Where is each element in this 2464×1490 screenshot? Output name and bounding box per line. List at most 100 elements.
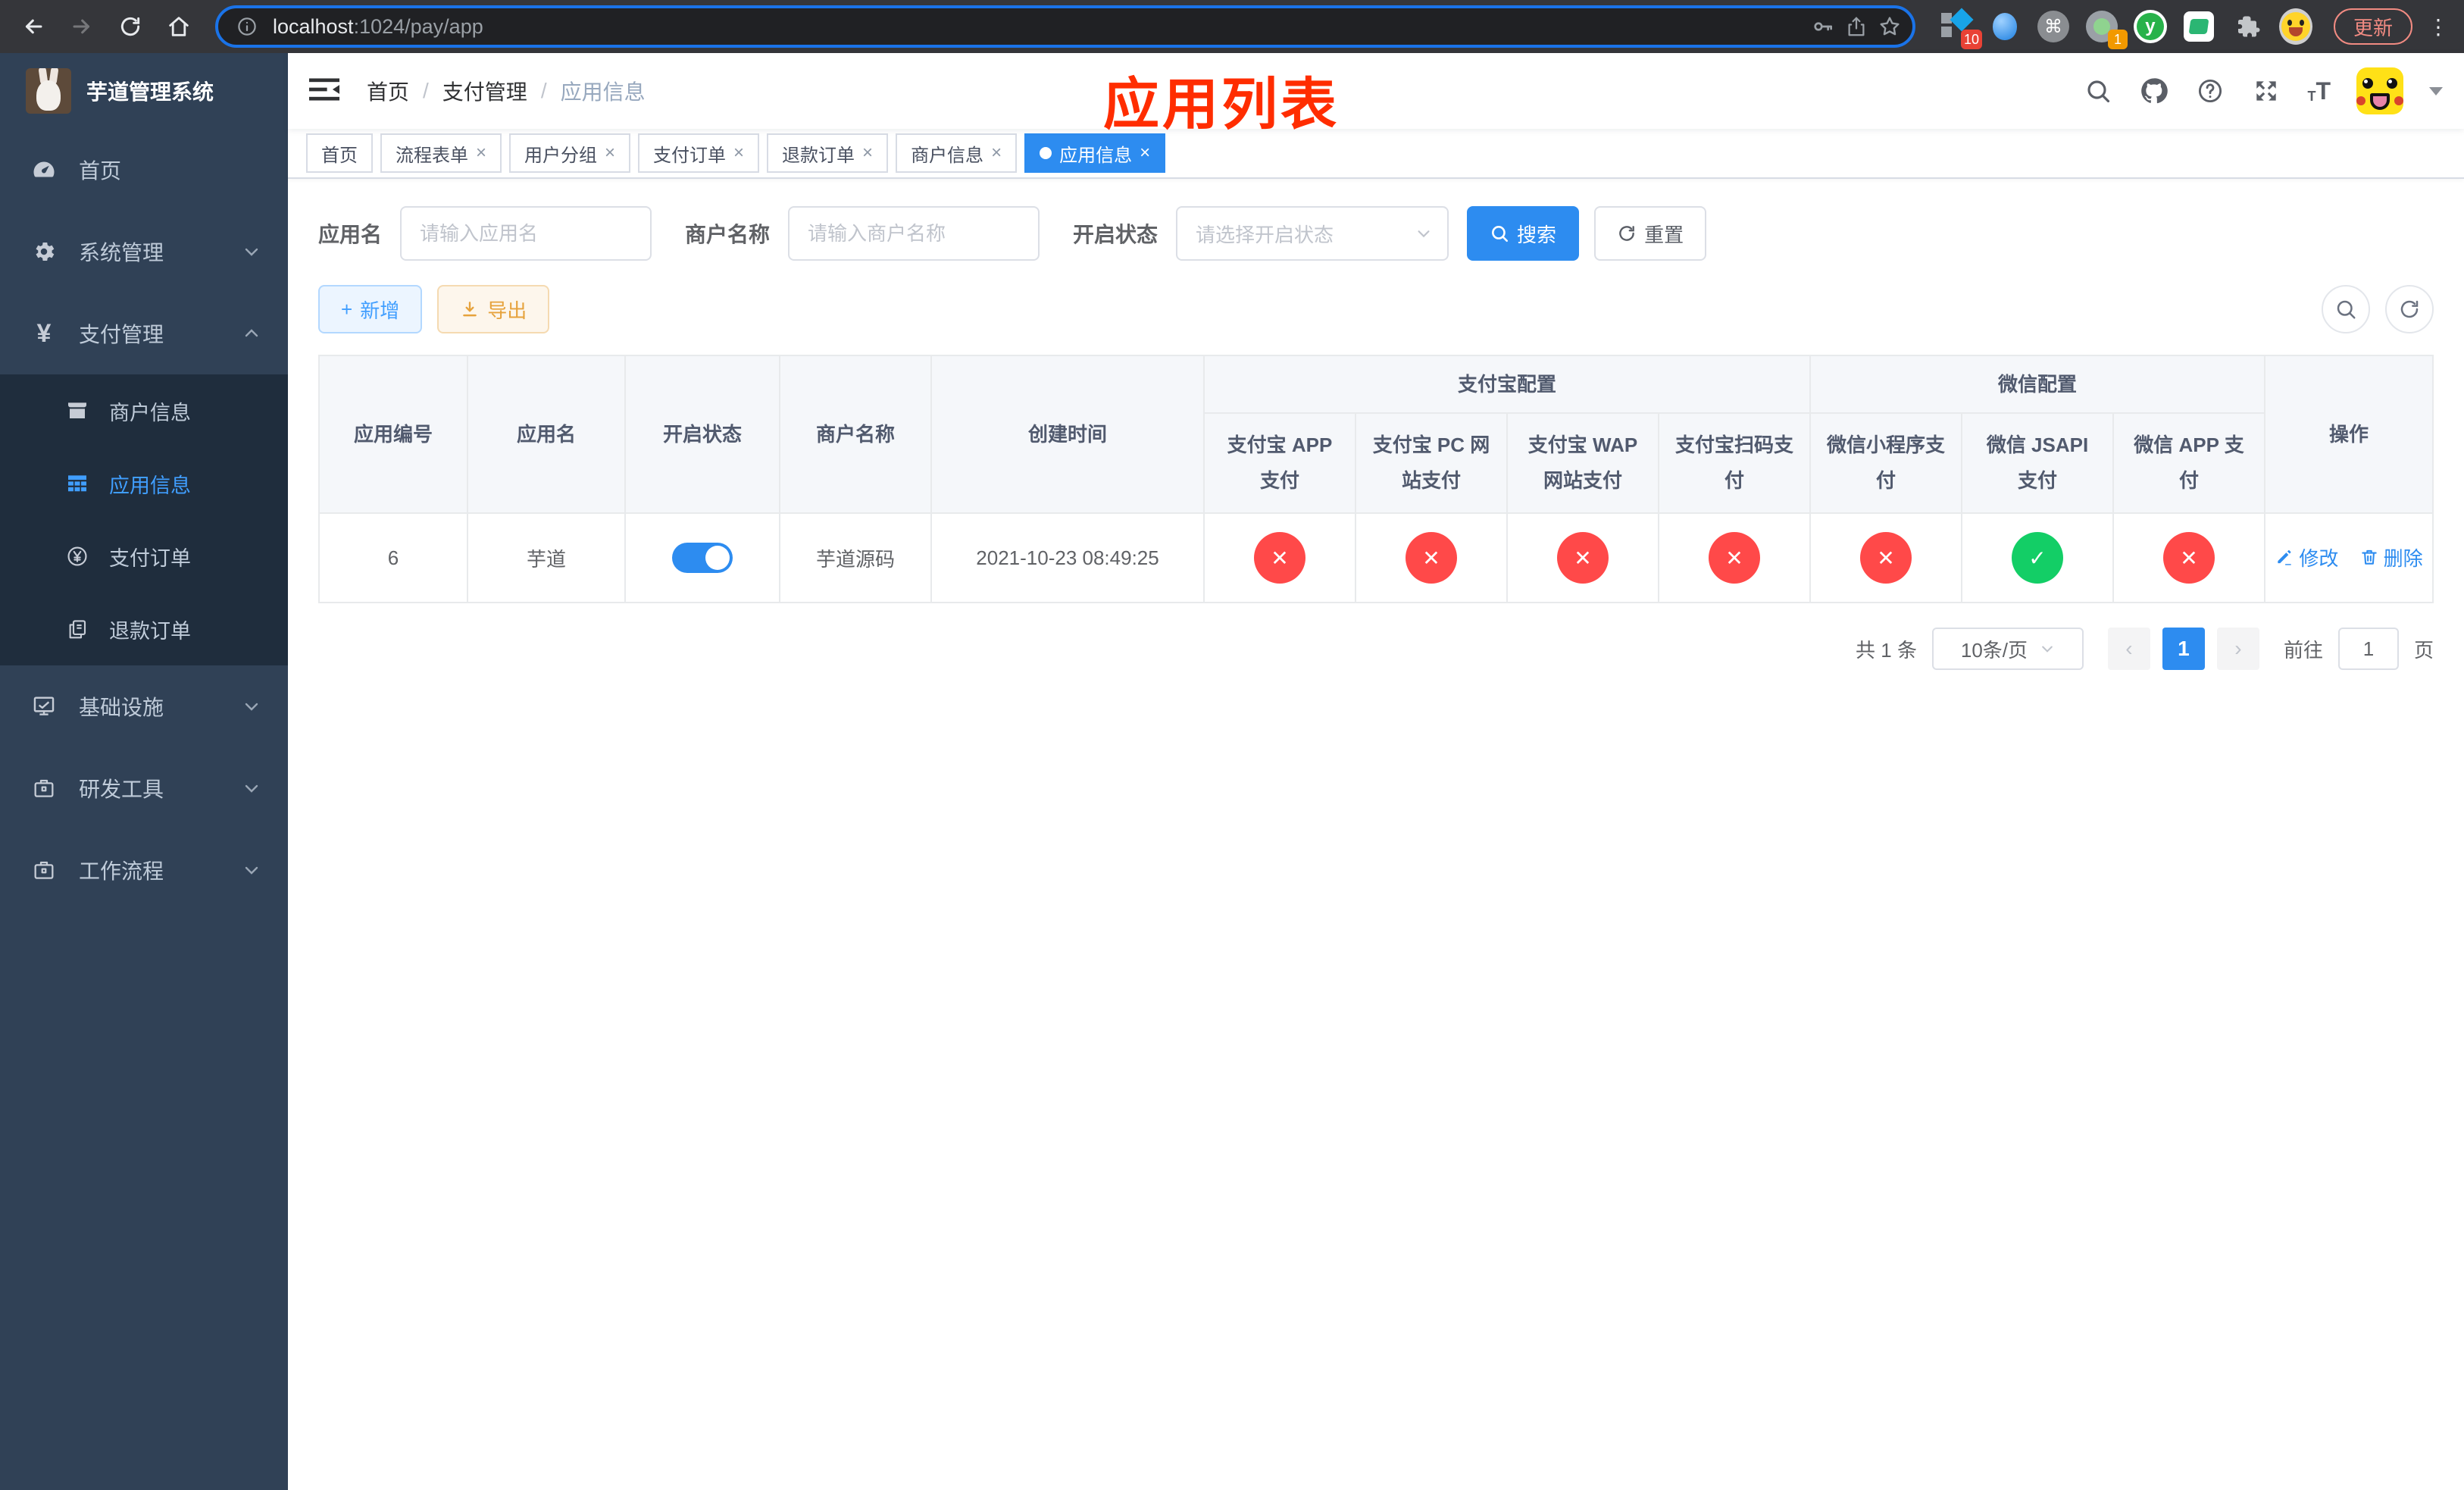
extension-apps-icon[interactable]: 10 xyxy=(1940,8,1982,49)
page-size-value: 10条/页 xyxy=(1960,638,2028,662)
browser-menu-icon[interactable]: ⋮ xyxy=(2425,14,2452,39)
delete-link[interactable]: 删除 xyxy=(2359,543,2423,571)
sidebar-item-merchant-info[interactable]: 商户信息 xyxy=(0,374,288,447)
delete-link-label: 删除 xyxy=(2383,546,2423,570)
extension-status-icon[interactable]: 1 xyxy=(2085,10,2128,49)
toggle-search-button[interactable] xyxy=(2322,285,2370,333)
browser-update-button[interactable]: 更新 xyxy=(2333,8,2412,45)
browser-back-button[interactable] xyxy=(12,5,55,48)
browser-home-button[interactable] xyxy=(158,5,200,48)
extension-chat-icon[interactable] xyxy=(2182,10,2215,43)
sidebar-item-payment[interactable]: ¥ 支付管理 xyxy=(0,293,288,374)
sidebar-item-system[interactable]: 系统管理 xyxy=(0,211,288,293)
logo-row[interactable]: 芋道管理系统 xyxy=(0,53,288,129)
next-page-button[interactable]: › xyxy=(2216,628,2259,670)
sidebar-item-label: 系统管理 xyxy=(79,241,164,265)
tab-label: 退款订单 xyxy=(782,145,855,166)
app-name-label: 应用名 xyxy=(318,223,383,246)
col-merchant: 商户名称 xyxy=(779,355,932,514)
pagination: 共 1 条 10条/页 ‹ 1 › 前往 页 xyxy=(318,628,2434,670)
add-button[interactable]: + 新增 xyxy=(318,285,423,333)
sidebar-item-workflow[interactable]: 工作流程 xyxy=(0,829,288,911)
app-table: 应用编号 应用名 开启状态 商户名称 创建时间 支付宝配置 微信配置 操作 支付… xyxy=(318,355,2434,603)
toolbox-icon xyxy=(27,776,61,800)
page-unit-label: 页 xyxy=(2413,638,2434,662)
config-status-badge: ✕ xyxy=(1254,532,1305,584)
prev-page-button[interactable]: ‹ xyxy=(2107,628,2150,670)
sidebar-item-refund-order[interactable]: 退款订单 xyxy=(0,593,288,665)
tab-refund-order[interactable]: 退款订单 × xyxy=(767,133,889,173)
tab-user-group[interactable]: 用户分组 × xyxy=(509,133,631,173)
site-info-icon[interactable] xyxy=(230,10,264,43)
chevron-down-icon xyxy=(242,861,261,879)
address-bar[interactable]: localhost:1024/pay/app xyxy=(215,5,1915,48)
close-icon[interactable]: × xyxy=(1140,144,1150,162)
toolbar-right xyxy=(2322,285,2434,333)
breadcrumb: 首页 / 支付管理 / 应用信息 xyxy=(367,76,646,106)
extensions-puzzle-icon[interactable] xyxy=(2231,10,2264,43)
extension-emoji-icon[interactable] xyxy=(2278,8,2312,45)
page-size-select[interactable]: 10条/页 xyxy=(1931,628,2084,670)
refresh-table-button[interactable] xyxy=(2385,285,2434,333)
col-alipay-qr: 支付宝扫码支付 xyxy=(1657,412,1812,514)
status-toggle[interactable] xyxy=(672,543,733,573)
status-select[interactable]: 请选择开启状态 xyxy=(1176,206,1449,261)
bookmark-star-icon[interactable] xyxy=(1873,10,1906,43)
col-group-alipay: 支付宝配置 xyxy=(1202,355,1812,414)
browser-forward-button[interactable] xyxy=(61,5,103,48)
tab-merchant-info[interactable]: 商户信息 × xyxy=(896,133,1018,173)
sidebar-item-label: 研发工具 xyxy=(79,778,164,801)
goto-page-input[interactable] xyxy=(2337,628,2399,670)
sidebar-item-infrastructure[interactable]: 基础设施 xyxy=(0,665,288,747)
app-root: 芋道管理系统 首页 系统管理 ¥ 支付管理 商户信息 应用信息 支付订单 退款订… xyxy=(0,53,2464,1490)
chevron-down-icon xyxy=(242,779,261,797)
breadcrumb-payment[interactable]: 支付管理 xyxy=(442,76,527,106)
export-button[interactable]: 导出 xyxy=(437,285,550,333)
dashboard-icon xyxy=(27,156,61,183)
search-icon[interactable] xyxy=(2083,76,2113,106)
extension-balloon-icon[interactable] xyxy=(1988,10,2022,43)
tab-pay-order[interactable]: 支付订单 × xyxy=(638,133,760,173)
tab-process-form[interactable]: 流程表单 × xyxy=(380,133,502,173)
search-button-label: 搜索 xyxy=(1517,223,1557,246)
github-icon[interactable] xyxy=(2139,76,2169,106)
tab-home[interactable]: 首页 xyxy=(306,133,373,173)
breadcrumb-home[interactable]: 首页 xyxy=(367,76,409,106)
toolbox-icon xyxy=(27,858,61,882)
col-group-wechat: 微信配置 xyxy=(1809,355,2266,414)
help-icon[interactable] xyxy=(2195,76,2225,106)
cell-status xyxy=(624,512,780,603)
avatar[interactable] xyxy=(2356,67,2403,114)
font-size-icon[interactable]: TT xyxy=(2307,79,2331,103)
merchant-name-input[interactable] xyxy=(788,206,1040,261)
share-icon[interactable] xyxy=(1840,10,1873,43)
config-status-badge: ✕ xyxy=(1860,532,1912,584)
extension-badge-10: 10 xyxy=(1960,30,1982,49)
fullscreen-icon[interactable] xyxy=(2251,76,2281,106)
password-key-icon[interactable] xyxy=(1806,10,1840,43)
page-1-button[interactable]: 1 xyxy=(2162,628,2205,670)
close-icon[interactable]: × xyxy=(991,144,1002,162)
apps-squares xyxy=(1940,13,1952,40)
close-icon[interactable]: × xyxy=(733,144,744,162)
sidebar-item-app-info[interactable]: 应用信息 xyxy=(0,447,288,520)
extension-command-icon[interactable]: ⌘ xyxy=(2037,10,2070,43)
close-icon[interactable]: × xyxy=(862,144,873,162)
user-menu-caret-icon[interactable] xyxy=(2429,86,2443,95)
close-icon[interactable]: × xyxy=(605,144,615,162)
close-icon[interactable]: × xyxy=(476,144,486,162)
sidebar-collapse-icon[interactable] xyxy=(309,76,342,106)
app-name-input[interactable] xyxy=(400,206,652,261)
search-button[interactable]: 搜索 xyxy=(1467,206,1580,261)
tab-label: 流程表单 xyxy=(396,145,468,166)
edit-link[interactable]: 修改 xyxy=(2275,543,2338,571)
browser-reload-button[interactable] xyxy=(109,5,152,48)
tab-label: 支付订单 xyxy=(653,145,727,166)
sidebar-item-dev-tools[interactable]: 研发工具 xyxy=(0,747,288,829)
sidebar-item-home[interactable]: 首页 xyxy=(0,129,288,211)
reset-button[interactable]: 重置 xyxy=(1594,206,1707,261)
extension-y-icon[interactable]: y xyxy=(2133,10,2167,43)
cell-alipay-pc: ✕ xyxy=(1355,512,1508,603)
sidebar-item-pay-order[interactable]: 支付订单 xyxy=(0,520,288,593)
col-alipay-app: 支付宝 APP 支付 xyxy=(1203,412,1356,514)
